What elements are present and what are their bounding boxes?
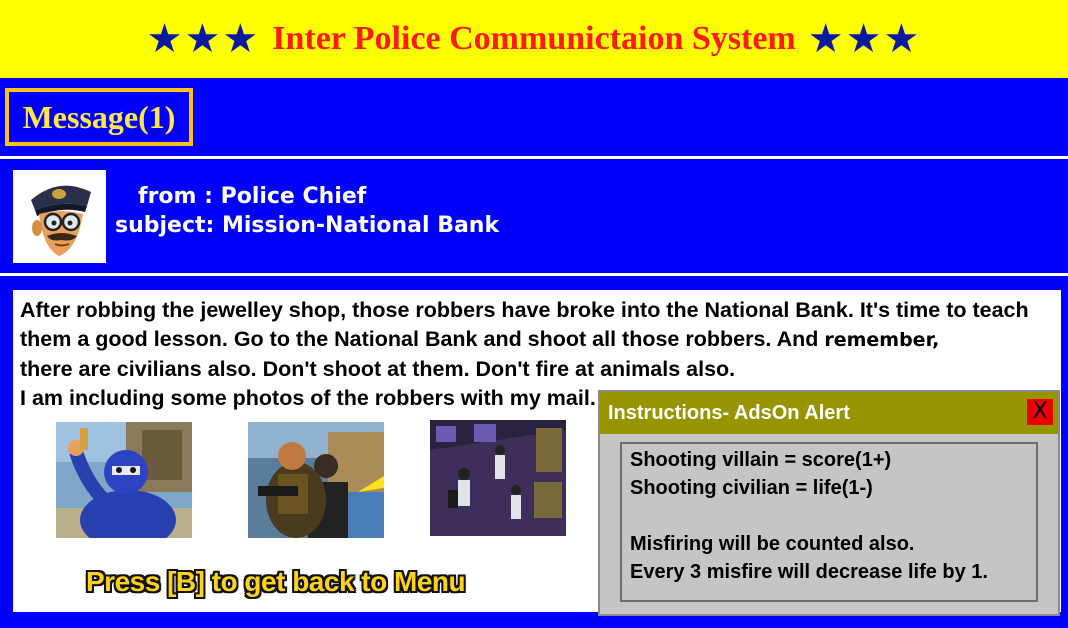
body-word-remember: remember,	[824, 329, 940, 351]
dialog-title: Instructions- AdsOn Alert	[608, 402, 850, 424]
instructions-panel: Shooting villain = score(1+) Shooting ci…	[620, 442, 1038, 602]
robber-photo-blue-mask	[56, 422, 192, 538]
instructions-text: Shooting villain = score(1+) Shooting ci…	[630, 446, 988, 586]
instruction-line: Every 3 misfire will decrease life by 1.	[630, 561, 988, 583]
robber-photo-group	[430, 420, 566, 536]
stars-right-icon: ★★★	[807, 16, 922, 62]
message-header: from : Police Chief subject: Mission-Nat…	[0, 162, 1068, 272]
press-b-menu-hint: Press [B] to get back to Menu	[86, 566, 466, 597]
page-title: Inter Police Communictaion System	[272, 20, 796, 57]
divider-bottom	[0, 273, 1068, 276]
tab-row: Message(1)	[0, 78, 1068, 156]
instruction-line: Shooting villain = score(1+)	[630, 449, 892, 471]
message-subject: subject: Mission-National Bank	[115, 213, 500, 238]
body-line-2: them a good lesson. Go to the National B…	[20, 327, 940, 351]
system-title: ★★★ Inter Police Communictaion System ★★…	[0, 0, 1068, 78]
divider-top	[0, 156, 1068, 159]
avatar	[13, 170, 106, 263]
robber-photo-gunman	[248, 422, 384, 538]
tab-message-label: Message(1)	[22, 98, 176, 135]
message-from: from : Police Chief	[138, 184, 367, 209]
dialog-title-bar: Instructions- AdsOn Alert X	[600, 392, 1058, 434]
close-button[interactable]: X	[1027, 399, 1053, 425]
body-line-1: After robbing the jewelley shop, those r…	[20, 298, 1029, 322]
tab-message[interactable]: Message(1)	[5, 88, 193, 146]
instruction-line: Shooting civilian = life(1-)	[630, 477, 873, 499]
body-line-3: there are civilians also. Don't shoot at…	[20, 357, 736, 381]
instructions-dialog: Instructions- AdsOn Alert X Shooting vil…	[598, 390, 1060, 616]
stars-left-icon: ★★★	[146, 16, 261, 62]
instruction-line: Misfiring will be counted also.	[630, 533, 915, 555]
police-chief-avatar-icon	[13, 170, 106, 263]
